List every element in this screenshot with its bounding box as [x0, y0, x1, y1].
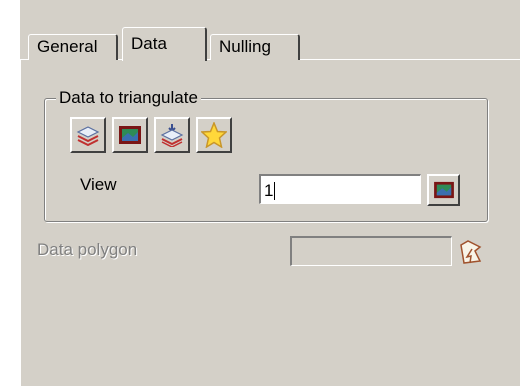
view-input-value: 1 [264, 180, 274, 200]
layers-button[interactable] [70, 117, 106, 153]
text-caret [274, 181, 276, 200]
layers-add-icon [160, 124, 184, 147]
tab-nulling[interactable]: Nulling [210, 34, 300, 60]
model-icon [119, 126, 141, 144]
tab-data-label: Data [131, 34, 167, 53]
layers-add-button[interactable] [154, 117, 190, 153]
model-button[interactable] [112, 117, 148, 153]
data-polygon-pick-button[interactable] [456, 236, 486, 269]
group-title: Data to triangulate [56, 88, 201, 108]
tab-data[interactable]: Data [122, 27, 207, 61]
polygon-pick-icon [460, 239, 482, 264]
star-icon [201, 122, 227, 148]
tab-general-label: General [37, 37, 98, 56]
view-input[interactable]: 1 [259, 174, 421, 204]
view-label: View [80, 175, 117, 194]
tab-general[interactable]: General [28, 34, 118, 60]
favorites-button[interactable] [196, 117, 232, 153]
data-polygon-input [290, 236, 452, 266]
view-select-button[interactable] [427, 174, 460, 206]
model-icon [433, 181, 454, 199]
data-polygon-label: Data polygon [37, 240, 138, 259]
tab-nulling-label: Nulling [219, 37, 271, 56]
layers-icon [76, 126, 100, 146]
